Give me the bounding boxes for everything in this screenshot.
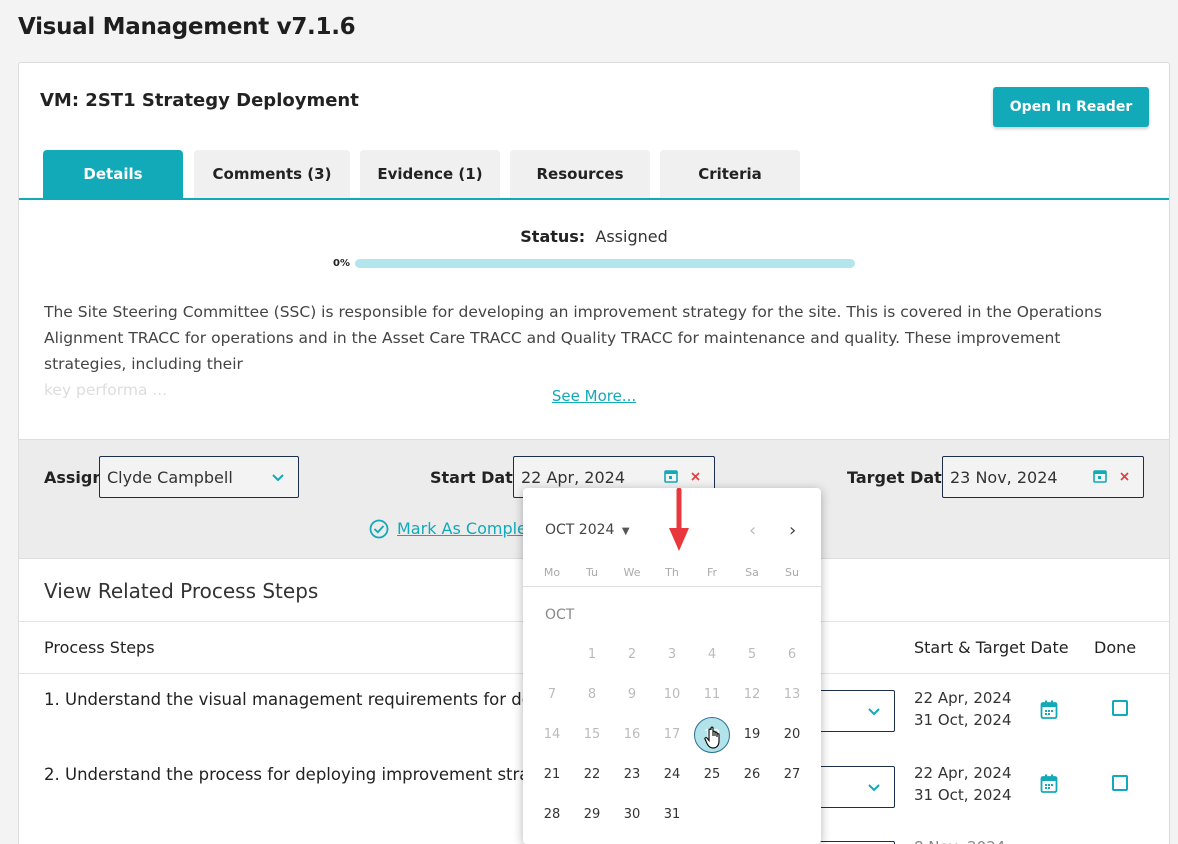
step-dates: 22 Apr, 2024 31 Oct, 2024 bbox=[914, 687, 1012, 731]
clear-icon[interactable] bbox=[690, 471, 701, 482]
description-text: The Site Steering Committee (SSC) is res… bbox=[44, 303, 1102, 373]
status-value: Assigned bbox=[595, 227, 668, 246]
process-step-text: 2. Understand the process for deploying … bbox=[44, 765, 547, 784]
prev-month-icon[interactable]: ‹ bbox=[749, 520, 756, 541]
calendar-day[interactable]: 31 bbox=[654, 797, 690, 833]
weekday-header: Sa bbox=[745, 566, 759, 579]
calendar-day: 17 bbox=[663, 727, 681, 742]
target-date-field[interactable]: 23 Nov, 2024 bbox=[942, 456, 1144, 498]
start-date-value: 22 Apr, 2024 bbox=[521, 467, 626, 487]
target-date-label: Target Date bbox=[847, 468, 953, 487]
weekday-header: Th bbox=[665, 566, 679, 579]
step-dates: 22 Apr, 2024 31 Oct, 2024 bbox=[914, 762, 1012, 806]
tab-bar: Details Comments (3) Evidence (1) Resour… bbox=[19, 150, 1169, 200]
progress-bar bbox=[355, 259, 855, 268]
calendar-day[interactable]: 20 bbox=[774, 717, 810, 753]
done-checkbox[interactable] bbox=[1112, 775, 1128, 791]
open-in-reader-button[interactable]: Open In Reader bbox=[993, 87, 1149, 127]
calendar-icon[interactable] bbox=[1040, 774, 1058, 794]
month-year-dropdown[interactable]: OCT 2024 ▼ bbox=[545, 522, 630, 538]
step-start-date: 22 Apr, 2024 bbox=[914, 764, 1012, 782]
month-year-label[interactable]: OCT 2024 bbox=[545, 522, 614, 538]
calendar-day[interactable]: 28 bbox=[534, 797, 570, 833]
calendar-day: 15 bbox=[583, 727, 601, 742]
status-label: Status: bbox=[520, 227, 586, 246]
calendar-day: 10 bbox=[663, 687, 681, 702]
calendar-icon[interactable] bbox=[664, 469, 678, 483]
mark-complete-link[interactable]: Mark As Complet bbox=[397, 519, 533, 538]
calendar-day[interactable]: 23 bbox=[614, 757, 650, 793]
start-date-label: Start Date bbox=[430, 468, 524, 487]
weekday-header: Su bbox=[785, 566, 799, 579]
weekday-header: Mo bbox=[543, 566, 561, 579]
tab-evidence[interactable]: Evidence (1) bbox=[360, 150, 500, 198]
calendar-day[interactable]: 29 bbox=[574, 797, 610, 833]
assignee-value: Clyde Campbell bbox=[107, 467, 233, 487]
see-more-label[interactable]: See More... bbox=[552, 387, 636, 405]
calendar-day: 2 bbox=[627, 647, 637, 662]
calendar-day: 16 bbox=[623, 727, 641, 742]
tab-details[interactable]: Details bbox=[43, 150, 183, 198]
status-line: Status: Assigned bbox=[19, 227, 1169, 246]
hand-cursor-icon bbox=[704, 726, 720, 749]
chevron-down-icon bbox=[868, 708, 880, 716]
calendar-day[interactable]: 26 bbox=[734, 757, 770, 793]
red-arrow-annotation-icon bbox=[669, 488, 689, 551]
see-more-link[interactable]: See More... bbox=[19, 387, 1169, 405]
calendar-day: 5 bbox=[747, 647, 757, 662]
weekday-header: We bbox=[623, 566, 641, 579]
calendar-day: 6 bbox=[787, 647, 797, 662]
calendar-month-label: OCT bbox=[545, 607, 575, 623]
process-step-text: 1. Understand the visual management requ… bbox=[44, 690, 547, 709]
calendar-day[interactable]: 24 bbox=[654, 757, 690, 793]
calendar-day[interactable]: 25 bbox=[694, 757, 730, 793]
calendar-day[interactable]: 22 bbox=[574, 757, 610, 793]
assignee-select[interactable]: Clyde Campbell bbox=[99, 456, 299, 498]
calendar-day: 4 bbox=[707, 647, 717, 662]
step-start-date: 8 Nov, 2024 bbox=[914, 836, 1005, 844]
calendar-icon[interactable] bbox=[1040, 700, 1058, 720]
target-date-value: 23 Nov, 2024 bbox=[950, 467, 1058, 487]
calendar-day: 9 bbox=[627, 687, 637, 702]
step-start-date: 22 Apr, 2024 bbox=[914, 689, 1012, 707]
calendar-day[interactable]: 21 bbox=[534, 757, 570, 793]
caret-down-icon: ▼ bbox=[621, 526, 630, 537]
done-checkbox[interactable] bbox=[1112, 700, 1128, 716]
assign-label: Assign bbox=[44, 468, 104, 487]
col-process-steps: Process Steps bbox=[44, 638, 155, 657]
tab-comments[interactable]: Comments (3) bbox=[194, 150, 350, 198]
weekday-header: Fr bbox=[706, 566, 718, 579]
step-target-date: 31 Oct, 2024 bbox=[914, 786, 1012, 804]
chevron-down-icon bbox=[272, 474, 284, 482]
calendar-day: 12 bbox=[743, 687, 761, 702]
related-steps-title: View Related Process Steps bbox=[44, 579, 319, 603]
app-title: Visual Management v7.1.6 bbox=[18, 14, 356, 40]
calendar-day: 11 bbox=[703, 687, 721, 702]
calendar-day[interactable]: 19 bbox=[734, 717, 770, 753]
weekday-header: Tu bbox=[585, 566, 599, 579]
tab-resources[interactable]: Resources bbox=[510, 150, 650, 198]
calendar-day: 14 bbox=[543, 727, 561, 742]
vm-title: VM: 2ST1 Strategy Deployment bbox=[40, 90, 359, 111]
check-circle-icon[interactable] bbox=[369, 519, 389, 539]
calendar-day[interactable]: 30 bbox=[614, 797, 650, 833]
calendar-day: 3 bbox=[667, 647, 677, 662]
calendar-day: 7 bbox=[547, 687, 557, 702]
calendar-icon[interactable] bbox=[1093, 469, 1107, 483]
divider bbox=[523, 586, 821, 587]
calendar-day[interactable]: 27 bbox=[774, 757, 810, 793]
col-done: Done bbox=[1094, 638, 1137, 657]
step-target-date: 31 Oct, 2024 bbox=[914, 711, 1012, 729]
calendar-day: 13 bbox=[783, 687, 801, 702]
next-month-icon[interactable]: › bbox=[789, 520, 796, 541]
calendar-day: 1 bbox=[587, 647, 597, 662]
calendar-day: 8 bbox=[587, 687, 597, 702]
progress-percent: 0% bbox=[333, 258, 350, 269]
clear-icon[interactable] bbox=[1119, 471, 1130, 482]
tab-criteria[interactable]: Criteria bbox=[660, 150, 800, 198]
chevron-down-icon bbox=[868, 784, 880, 792]
col-start-target-date: Start & Target Date bbox=[914, 638, 1069, 657]
